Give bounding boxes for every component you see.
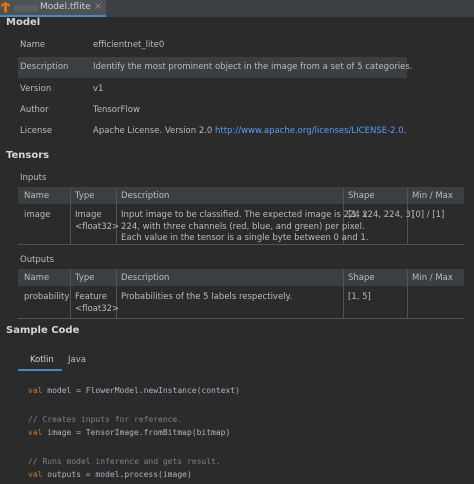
code-text: image = TensorImage.fromBitmap(bitmap): [42, 428, 231, 437]
model-heading: Model: [6, 17, 41, 28]
cell-name: probability: [24, 292, 70, 302]
code-block: val model = FlowerModel.newInstance(cont…: [18, 372, 474, 484]
col-description: Description: [121, 273, 170, 283]
col-minmax: Min / Max: [412, 191, 453, 201]
file-tab[interactable]: Model.tflite ×: [0, 0, 106, 17]
row-value: TensorFlow: [93, 105, 140, 115]
row-key: License: [20, 126, 53, 136]
col-type: Type: [75, 191, 95, 201]
sample-code-heading: Sample Code: [6, 325, 80, 336]
tensors-heading: Tensors: [6, 150, 50, 161]
cell-type-dtype: <float32>: [75, 222, 120, 232]
cell-desc-line: Input image to be classified. The expect…: [121, 210, 368, 220]
row-key: Version: [20, 84, 52, 94]
row-key: Description: [20, 62, 69, 72]
cell-desc-line: 224, with three channels (red, blue, and…: [121, 222, 365, 232]
code-line: val model = FlowerModel.newInstance(cont…: [28, 386, 240, 395]
tab-kotlin[interactable]: Kotlin: [30, 355, 54, 365]
close-icon[interactable]: ×: [94, 1, 102, 12]
editor-tab-bar: Model.tflite ×: [0, 0, 474, 17]
code-keyword: val: [28, 470, 43, 479]
col-divider: [407, 269, 408, 318]
table-border: [18, 318, 464, 319]
model-row-license: License Apache License. Version 2.0 http…: [18, 121, 407, 142]
code-language-tabs: Kotlin Java: [18, 348, 474, 371]
code-keyword: val: [28, 386, 43, 395]
cell-minmax: [0] / [1]: [412, 210, 445, 220]
outputs-label: Outputs: [20, 255, 54, 265]
row-value: efficientnet_lite0: [93, 40, 165, 50]
code-line: val image = TensorImage.fromBitmap(bitma…: [28, 428, 230, 437]
col-minmax: Min / Max: [412, 273, 453, 283]
license-link[interactable]: http://www.apache.org/licenses/LICENSE-2…: [215, 126, 404, 136]
model-row-description: Description Identify the most prominent …: [18, 57, 413, 78]
cell-shape: [1, 5]: [348, 292, 371, 302]
col-shape: Shape: [348, 191, 375, 201]
col-divider: [343, 269, 344, 318]
row-value: v1: [93, 84, 104, 94]
model-row-author: Author TensorFlow: [18, 100, 407, 121]
model-row-version: Version v1: [18, 79, 407, 100]
col-divider: [70, 187, 71, 244]
inputs-label: Inputs: [20, 173, 47, 183]
col-type: Type: [75, 273, 95, 283]
code-text: model = FlowerModel.newInstance(context): [42, 386, 240, 395]
row-key: Author: [20, 105, 49, 115]
outputs-table-header: Name Type Description Shape Min / Max: [18, 269, 464, 286]
code-comment: // Creates inputs for reference.: [28, 415, 183, 424]
row-value: Apache License. Version 2.0 http://www.a…: [93, 126, 406, 136]
cell-desc: Probabilities of the 5 labels respective…: [121, 292, 293, 302]
cell-type-dtype: <float32>: [75, 304, 120, 314]
license-text: Apache License. Version 2.0: [93, 126, 213, 136]
tab-label: Model.tflite: [40, 2, 91, 12]
code-keyword: val: [28, 428, 43, 437]
inputs-table-header: Name Type Description Shape Min / Max: [18, 187, 464, 204]
col-name: Name: [24, 273, 50, 283]
cell-desc-line: Each value in the tensor is a single byt…: [121, 233, 369, 243]
col-divider: [70, 269, 71, 318]
active-tab-indicator: [18, 369, 62, 371]
license-suffix: .: [403, 126, 407, 136]
cell-shape: [1, 224, 224, 3]: [348, 210, 415, 220]
cell-type: Feature: [75, 292, 108, 302]
tab-java[interactable]: Java: [68, 355, 86, 365]
row-key: Name: [20, 40, 46, 50]
col-description: Description: [121, 191, 170, 201]
code-line: val outputs = model.process(image): [28, 470, 192, 479]
row-value: Identify the most prominent object in th…: [93, 62, 413, 72]
cell-type: Image: [75, 210, 102, 220]
tensorflow-icon: [1, 2, 10, 13]
model-row-name: Name efficientnet_lite0: [18, 35, 407, 56]
col-name: Name: [24, 191, 50, 201]
cell-name: image: [24, 210, 51, 220]
col-shape: Shape: [348, 273, 375, 283]
code-text: outputs = model.process(image): [42, 470, 192, 479]
col-divider: [116, 187, 117, 244]
redacted-filename-prefix: [14, 5, 38, 12]
code-comment: // Runs model inference and gets result.: [28, 457, 221, 466]
